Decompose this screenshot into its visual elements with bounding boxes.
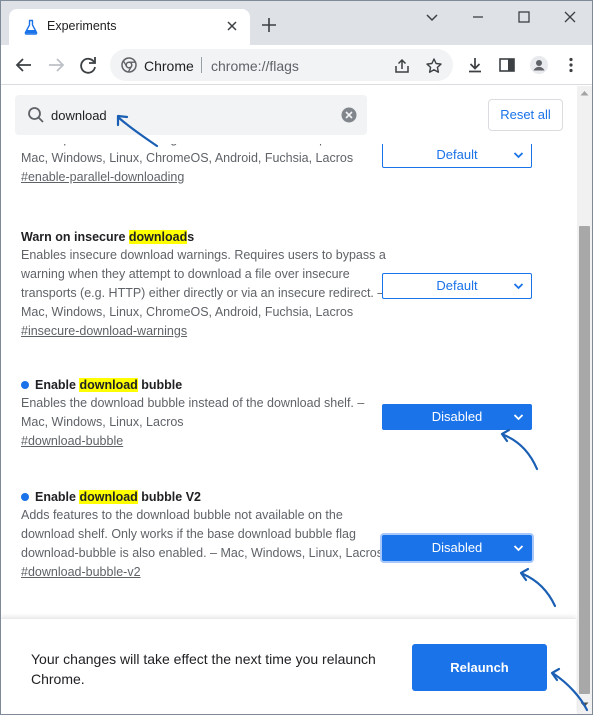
scrollbar[interactable] bbox=[577, 86, 592, 714]
flask-icon bbox=[24, 19, 38, 35]
search-highlight: download bbox=[79, 378, 138, 392]
flags-list: Enable parallel downloading to accelerat… bbox=[1, 144, 576, 618]
flag-link[interactable]: #enable-parallel-downloading bbox=[21, 168, 184, 187]
flag-title-after: bubble bbox=[137, 378, 183, 392]
search-box bbox=[15, 95, 367, 135]
omnibox-separator bbox=[201, 57, 202, 73]
chevron-down-icon bbox=[513, 152, 524, 159]
scroll-down-arrow-icon[interactable] bbox=[580, 702, 589, 708]
select-value: Default bbox=[436, 278, 478, 293]
flag-link[interactable]: #download-bubble bbox=[21, 432, 123, 451]
omnibox[interactable]: Chrome chrome://flags bbox=[110, 49, 453, 81]
select-value: Disabled bbox=[431, 409, 483, 424]
flag-link[interactable]: #download-bubble-v2 bbox=[21, 563, 141, 582]
flag-link[interactable]: #insecure-download-warnings bbox=[21, 322, 187, 341]
flag-title-after: s bbox=[187, 230, 195, 244]
tab-search-icon[interactable] bbox=[421, 7, 443, 27]
browser-window: Experiments Chrome chrome://flags downlo… bbox=[0, 0, 593, 715]
search-highlight: download bbox=[128, 230, 188, 244]
flag-title-before: Enable bbox=[35, 378, 80, 392]
chevron-down-icon bbox=[513, 414, 524, 421]
omnibox-site-label: Chrome bbox=[144, 58, 194, 74]
flag-description: Adds features to the download bubble not… bbox=[21, 508, 384, 560]
kebab-menu-icon[interactable] bbox=[561, 55, 581, 75]
back-icon[interactable] bbox=[13, 54, 35, 76]
chevron-down-icon bbox=[513, 283, 524, 290]
search-highlight: download bbox=[79, 490, 138, 504]
flag-description: Enables the download bubble instead of t… bbox=[21, 396, 365, 429]
flag-description: Enables insecure download warnings. Requ… bbox=[21, 248, 386, 319]
flag-description: Enable parallel downloading to accelerat… bbox=[21, 144, 361, 165]
tab-experiments[interactable]: Experiments bbox=[9, 9, 250, 45]
tab-strip: Experiments bbox=[1, 1, 592, 45]
maximize-icon[interactable] bbox=[513, 7, 535, 27]
avatar-icon[interactable] bbox=[529, 55, 549, 75]
window-close-icon[interactable] bbox=[559, 7, 581, 27]
flag-select-download-bubble-v2[interactable]: Disabled bbox=[382, 535, 532, 561]
relaunch-message: Your changes will take effect the next t… bbox=[31, 651, 376, 687]
flag-title: Warn on insecure downloads bbox=[21, 228, 561, 246]
reload-icon[interactable] bbox=[77, 54, 99, 76]
modified-dot bbox=[21, 381, 29, 389]
flag-select-parallel-downloading[interactable]: Default bbox=[382, 144, 532, 168]
flags-header: Reset all bbox=[1, 86, 576, 144]
flag-select-insecure-download-warnings[interactable]: Default bbox=[382, 273, 532, 299]
flag-title: Enable download bubble V2 bbox=[21, 488, 561, 506]
flag-title-before: Enable bbox=[35, 490, 80, 504]
share-icon[interactable] bbox=[393, 57, 411, 75]
search-input[interactable] bbox=[51, 104, 331, 126]
flag-title-after: bubble V2 bbox=[137, 490, 201, 504]
flag-title: Enable download bubble bbox=[21, 376, 561, 394]
side-panel-icon[interactable] bbox=[497, 55, 517, 75]
chevron-down-icon bbox=[513, 545, 524, 552]
tab-title: Experiments bbox=[47, 19, 117, 33]
clear-search-icon[interactable] bbox=[341, 107, 357, 123]
scrollbar-thumb[interactable] bbox=[579, 226, 590, 694]
flag-title-before: Warn on insecure bbox=[21, 230, 129, 244]
forward-icon[interactable] bbox=[45, 54, 67, 76]
toolbar: Chrome chrome://flags bbox=[1, 45, 592, 85]
modified-dot bbox=[21, 493, 29, 501]
select-value: Default bbox=[436, 147, 478, 162]
relaunch-button[interactable]: Relaunch bbox=[412, 644, 547, 691]
reset-all-button[interactable]: Reset all bbox=[488, 99, 563, 131]
select-value: Disabled bbox=[431, 540, 483, 555]
search-icon bbox=[28, 107, 44, 123]
close-icon[interactable] bbox=[223, 17, 241, 35]
minimize-icon[interactable] bbox=[467, 7, 489, 27]
new-tab-icon[interactable] bbox=[259, 15, 279, 35]
relaunch-bar: Your changes will take effect the next t… bbox=[1, 618, 576, 714]
omnibox-url: chrome://flags bbox=[211, 58, 299, 74]
download-icon[interactable] bbox=[465, 55, 485, 75]
star-icon[interactable] bbox=[425, 57, 443, 75]
flag-select-download-bubble[interactable]: Disabled bbox=[382, 404, 532, 430]
chrome-logo-icon bbox=[121, 57, 137, 73]
scroll-up-arrow-icon[interactable] bbox=[580, 90, 589, 96]
